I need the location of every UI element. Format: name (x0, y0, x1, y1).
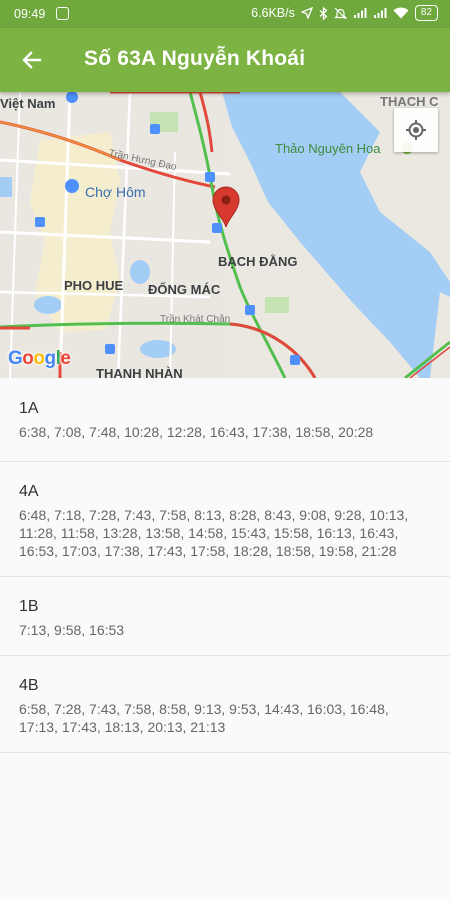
map-label-tran-khat-chan: Trần Khát Chân (160, 314, 231, 325)
map-canvas[interactable] (0, 92, 450, 378)
map-label-pho-hue: PHO HUE (64, 278, 124, 293)
notification-icon (56, 7, 69, 20)
arrow-back-icon (22, 51, 42, 69)
map-label-thanh-nhan: THANH NHÀN (96, 366, 183, 378)
route-number: 4A (19, 483, 39, 500)
map-label-dong-mac: ĐỐNG MÁC (148, 282, 221, 297)
battery-indicator: 82 (414, 5, 438, 21)
network-speed: 6.6KB/s (251, 6, 295, 20)
silent-icon (333, 7, 347, 19)
map-label-thach-c: THACH C (380, 94, 439, 109)
location-pin-icon[interactable] (211, 186, 241, 228)
departure-times: 6:58, 7:28, 7:43, 7:58, 8:58, 9:13, 9:53… (19, 701, 389, 735)
route-number: 1A (19, 400, 39, 417)
schedule-list: 1A 6:38, 7:08, 7:48, 10:28, 12:28, 16:43… (0, 378, 450, 753)
schedule-item[interactable]: 4A 6:48, 7:18, 7:28, 7:43, 7:58, 8:13, 8… (0, 462, 450, 577)
schedule-item[interactable]: 1A 6:38, 7:08, 7:48, 10:28, 12:28, 16:43… (0, 378, 450, 462)
bluetooth-icon (319, 6, 328, 20)
status-time: 09:49 (14, 7, 46, 21)
map-view[interactable]: Việt Nam THACH C Thảo Nguyên Hoa Trần Hư… (0, 92, 450, 378)
departure-times: 7:13, 9:58, 16:53 (19, 622, 125, 638)
back-button[interactable] (14, 42, 50, 78)
signal-2-icon (373, 8, 387, 18)
map-label-thao-nguyen-hoa: Thảo Nguyên Hoa (275, 141, 381, 156)
app-bar: Số 63A Nguyễn Khoái (0, 28, 450, 92)
status-bar: 09:49 6.6KB/s 82 (0, 0, 450, 28)
my-location-icon (406, 120, 426, 140)
schedule-item[interactable]: 1B 7:13, 9:58, 16:53 (0, 577, 450, 656)
departure-times: 6:38, 7:08, 7:48, 10:28, 12:28, 16:43, 1… (19, 424, 374, 440)
schedule-item[interactable]: 4B 6:58, 7:28, 7:43, 7:58, 8:58, 9:13, 9… (0, 656, 450, 753)
signal-icon (353, 8, 367, 18)
my-location-button[interactable] (394, 108, 438, 152)
departure-times: 6:48, 7:18, 7:28, 7:43, 7:58, 8:13, 8:28… (19, 507, 409, 559)
map-label-cho-hom: Chợ Hôm (85, 184, 146, 200)
wifi-icon (393, 7, 409, 19)
map-label-bach-dang: BẠCH ĐẰNG (218, 254, 298, 269)
route-number: 4B (19, 677, 39, 694)
google-logo: Google (8, 348, 71, 369)
route-number: 1B (19, 598, 39, 615)
page-title: Số 63A Nguyễn Khoái (84, 47, 306, 70)
location-arrow-icon (300, 7, 313, 19)
status-icons: 6.6KB/s 82 (251, 5, 438, 21)
map-label-viet-nam: Việt Nam (0, 96, 56, 111)
